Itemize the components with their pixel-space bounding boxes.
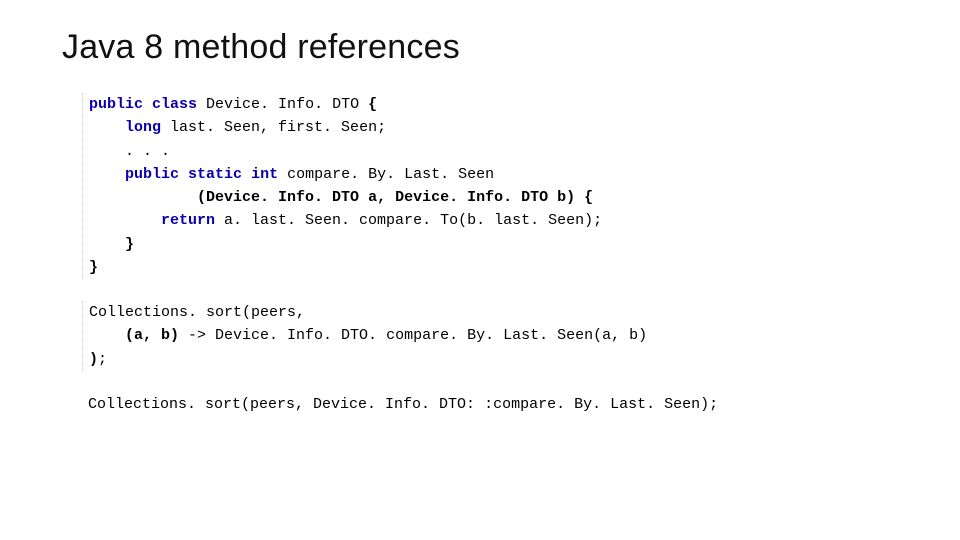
brace-open: { — [368, 96, 377, 113]
code-block-class: public class Device. Info. DTO { long la… — [82, 93, 900, 279]
kw-static: static — [188, 166, 242, 183]
kw-int: int — [251, 166, 278, 183]
slide-title: Java 8 method references — [62, 28, 900, 67]
param-b: b — [557, 189, 566, 206]
sort-call-1: Collections. sort(peers, — [89, 304, 305, 321]
code-block-lambda: Collections. sort(peers, (a, b) -> Devic… — [82, 301, 900, 371]
param-a: a — [368, 189, 377, 206]
kw-public-2: public — [125, 166, 179, 183]
param-sep: , Device. Info. DTO — [377, 189, 557, 206]
slide: Java 8 method references public class De… — [0, 0, 960, 540]
ellipsis: . . . — [125, 143, 170, 160]
kw-public: public — [89, 96, 143, 113]
class-name: Device. Info. DTO — [197, 96, 368, 113]
paren-open: (Device. Info. DTO — [197, 189, 368, 206]
kw-return: return — [161, 212, 215, 229]
field-decl: last. Seen, first. Seen; — [161, 119, 386, 136]
lambda-body: -> Device. Info. DTO. compare. By. Last.… — [179, 327, 647, 344]
sort-call-ref: Collections. sort(peers, Device. Info. D… — [88, 396, 718, 413]
class-close-brace: } — [89, 259, 98, 276]
kw-class: class — [152, 96, 197, 113]
code-block-methodref: Collections. sort(peers, Device. Info. D… — [82, 393, 900, 416]
close-paren: ) — [89, 351, 98, 368]
return-expr: a. last. Seen. compare. To(b. last. Seen… — [215, 212, 602, 229]
paren-close-brace: ) { — [566, 189, 593, 206]
method-name: compare. By. Last. Seen — [278, 166, 494, 183]
kw-long: long — [125, 119, 161, 136]
semicolon: ; — [98, 351, 107, 368]
method-close-brace: } — [125, 236, 134, 253]
lambda-params: (a, b) — [125, 327, 179, 344]
